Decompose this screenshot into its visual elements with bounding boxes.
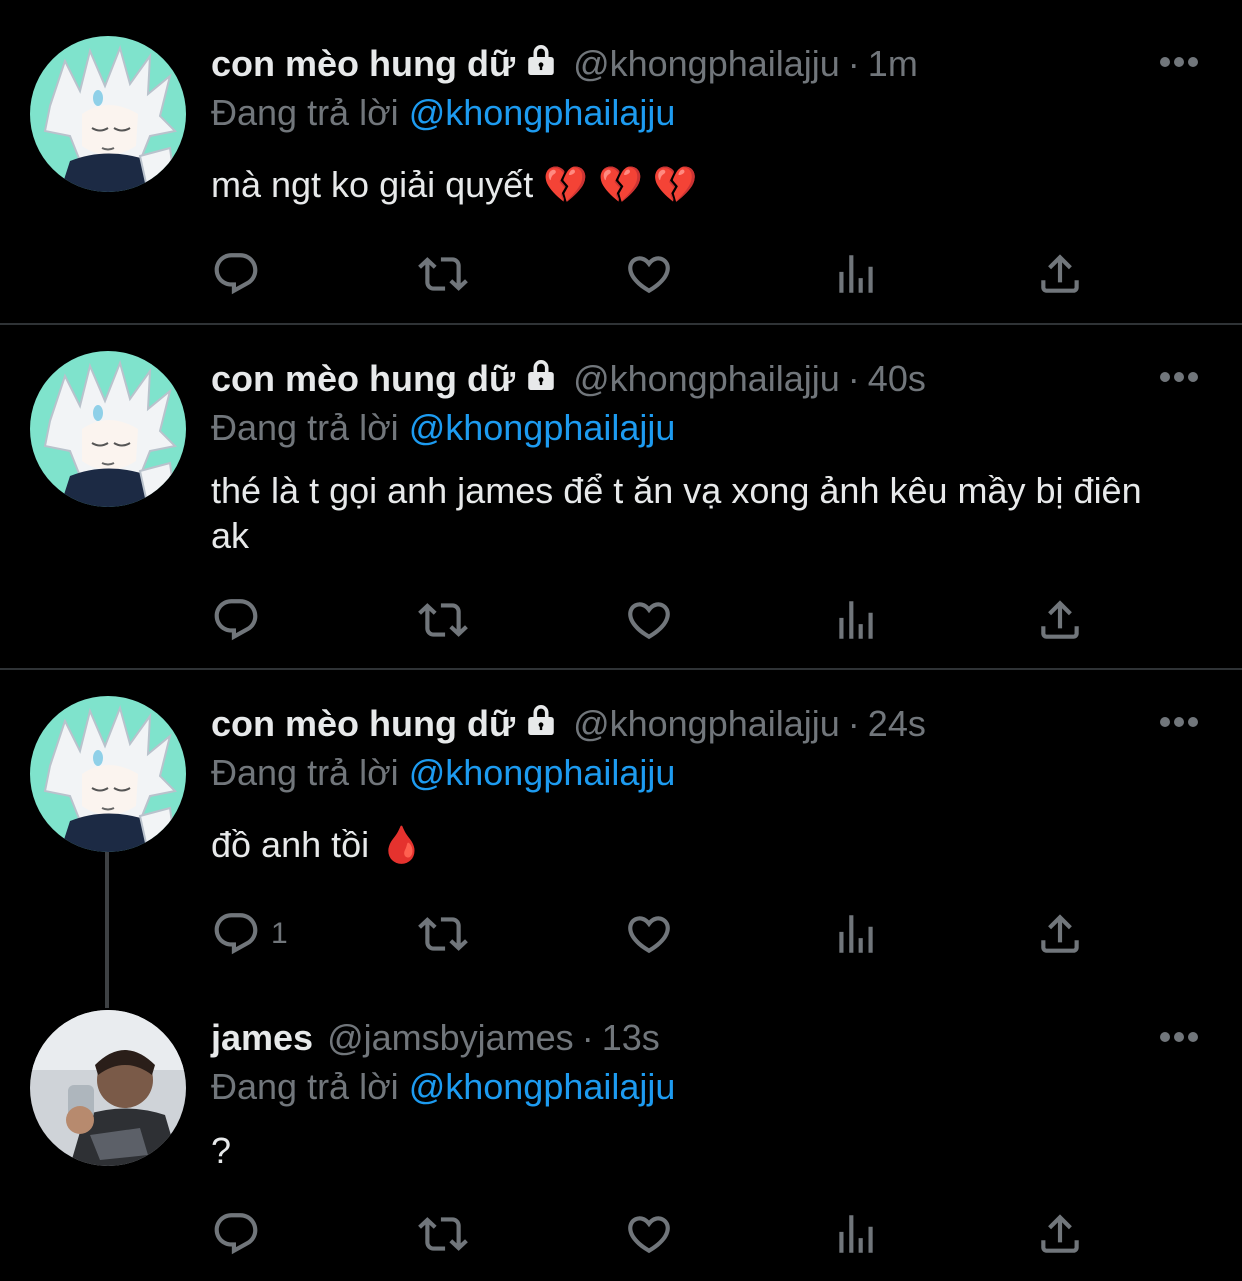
lock-icon <box>523 42 559 87</box>
retweet-button[interactable] <box>415 1210 471 1258</box>
reply-button[interactable] <box>211 1210 271 1258</box>
reply-count: 1 <box>271 917 288 950</box>
share-button[interactable] <box>1035 250 1085 298</box>
mention-link[interactable]: @khongphailajju <box>409 752 676 793</box>
views-icon <box>831 909 881 959</box>
user-handle[interactable]: @khongphailajju <box>573 358 840 400</box>
user-handle[interactable]: @khongphailajju <box>573 43 840 85</box>
replying-label: Đang trả lời <box>211 407 409 448</box>
retweet-button[interactable] <box>415 250 471 298</box>
replying-to: Đang trả lời @khongphailajju <box>211 92 675 134</box>
display-name[interactable]: con mèo hung dữ <box>211 43 515 85</box>
timestamp[interactable]: 1m <box>868 43 918 85</box>
share-button[interactable] <box>1035 1210 1085 1258</box>
reply-icon <box>211 249 261 299</box>
display-name[interactable]: james <box>211 1017 313 1059</box>
views-icon <box>831 595 881 645</box>
replying-to: Đang trả lời @khongphailajju <box>211 1066 675 1108</box>
share-icon <box>1035 909 1085 959</box>
avatar[interactable] <box>30 36 186 192</box>
avatar[interactable] <box>30 696 186 852</box>
separator: · <box>847 43 860 84</box>
lock-icon <box>523 357 559 402</box>
views-button[interactable] <box>831 910 881 958</box>
heart-icon <box>623 249 675 299</box>
replying-label: Đang trả lời <box>211 92 409 133</box>
reply-icon <box>211 595 261 645</box>
reply-button[interactable]: 1 <box>211 910 288 958</box>
avatar[interactable] <box>30 351 186 507</box>
display-name[interactable]: con mèo hung dữ <box>211 703 515 745</box>
like-button[interactable] <box>623 910 675 958</box>
views-button[interactable] <box>831 250 881 298</box>
tweet-header: james @jamsbyjames · 13s <box>211 1014 660 1062</box>
retweet-button[interactable] <box>415 910 471 958</box>
tweet-text: đồ anh tồi 🩸 <box>211 824 424 865</box>
more-icon[interactable] <box>1158 370 1200 384</box>
more-icon[interactable] <box>1158 1030 1200 1044</box>
share-icon <box>1035 595 1085 645</box>
timestamp[interactable]: 13s <box>602 1017 660 1059</box>
tweet-header: con mèo hung dữ @khongphailajju · 1m <box>211 40 918 88</box>
display-name[interactable]: con mèo hung dữ <box>211 358 515 400</box>
retweet-icon <box>415 909 471 959</box>
separator: · <box>847 358 860 399</box>
replying-to: Đang trả lời @khongphailajju <box>211 752 675 794</box>
reply-button[interactable] <box>211 250 271 298</box>
replying-label: Đang trả lời <box>211 1066 409 1107</box>
heart-icon <box>623 909 675 959</box>
action-bar: 1 <box>211 910 1111 958</box>
mention-link[interactable]: @khongphailajju <box>409 92 676 133</box>
tweet[interactable]: con mèo hung dữ @khongphailajju · 24s Đa… <box>0 670 1242 1000</box>
mention-link[interactable]: @khongphailajju <box>409 407 676 448</box>
share-icon <box>1035 249 1085 299</box>
share-icon <box>1035 1209 1085 1259</box>
views-button[interactable] <box>831 596 881 644</box>
tweet-header: con mèo hung dữ @khongphailajju · 24s <box>211 700 926 748</box>
tweet[interactable]: con mèo hung dữ @khongphailajju · 40s Đa… <box>0 325 1242 668</box>
user-handle[interactable]: @jamsbyjames <box>327 1017 574 1059</box>
tweet-header: con mèo hung dữ @khongphailajju · 40s <box>211 355 926 403</box>
timestamp[interactable]: 40s <box>868 358 926 400</box>
reply-button[interactable] <box>211 596 271 644</box>
mention-link[interactable]: @khongphailajju <box>409 1066 676 1107</box>
views-icon <box>831 1209 881 1259</box>
tweet[interactable]: james @jamsbyjames · 13s Đang trả lời @k… <box>0 1000 1242 1281</box>
heart-icon <box>623 595 675 645</box>
views-icon <box>831 249 881 299</box>
lock-icon <box>523 702 559 747</box>
retweet-button[interactable] <box>415 596 471 644</box>
separator: · <box>847 703 860 744</box>
share-button[interactable] <box>1035 910 1085 958</box>
separator: · <box>581 1017 594 1058</box>
more-icon[interactable] <box>1158 715 1200 729</box>
tweet-text: ? <box>211 1130 232 1171</box>
action-bar <box>211 250 1111 298</box>
tweet-text: thé là t gọi anh james để t ăn vạ xong ả… <box>211 470 1142 556</box>
retweet-icon <box>415 1209 471 1259</box>
action-bar <box>211 1210 1111 1258</box>
tweet-text: mà ngt ko giải quyết 💔 💔 💔 <box>211 164 698 205</box>
share-button[interactable] <box>1035 596 1085 644</box>
tweet[interactable]: con mèo hung dữ @khongphailajju · 1m Đan… <box>0 0 1242 323</box>
like-button[interactable] <box>623 250 675 298</box>
heart-icon <box>623 1209 675 1259</box>
views-button[interactable] <box>831 1210 881 1258</box>
replying-label: Đang trả lời <box>211 752 409 793</box>
replying-to: Đang trả lời @khongphailajju <box>211 407 675 449</box>
like-button[interactable] <box>623 1210 675 1258</box>
timestamp[interactable]: 24s <box>868 703 926 745</box>
avatar[interactable] <box>30 1010 186 1166</box>
like-button[interactable] <box>623 596 675 644</box>
action-bar <box>211 596 1111 644</box>
retweet-icon <box>415 249 471 299</box>
reply-icon <box>211 1209 261 1259</box>
user-handle[interactable]: @khongphailajju <box>573 703 840 745</box>
more-icon[interactable] <box>1158 55 1200 69</box>
reply-icon <box>211 909 261 959</box>
retweet-icon <box>415 595 471 645</box>
